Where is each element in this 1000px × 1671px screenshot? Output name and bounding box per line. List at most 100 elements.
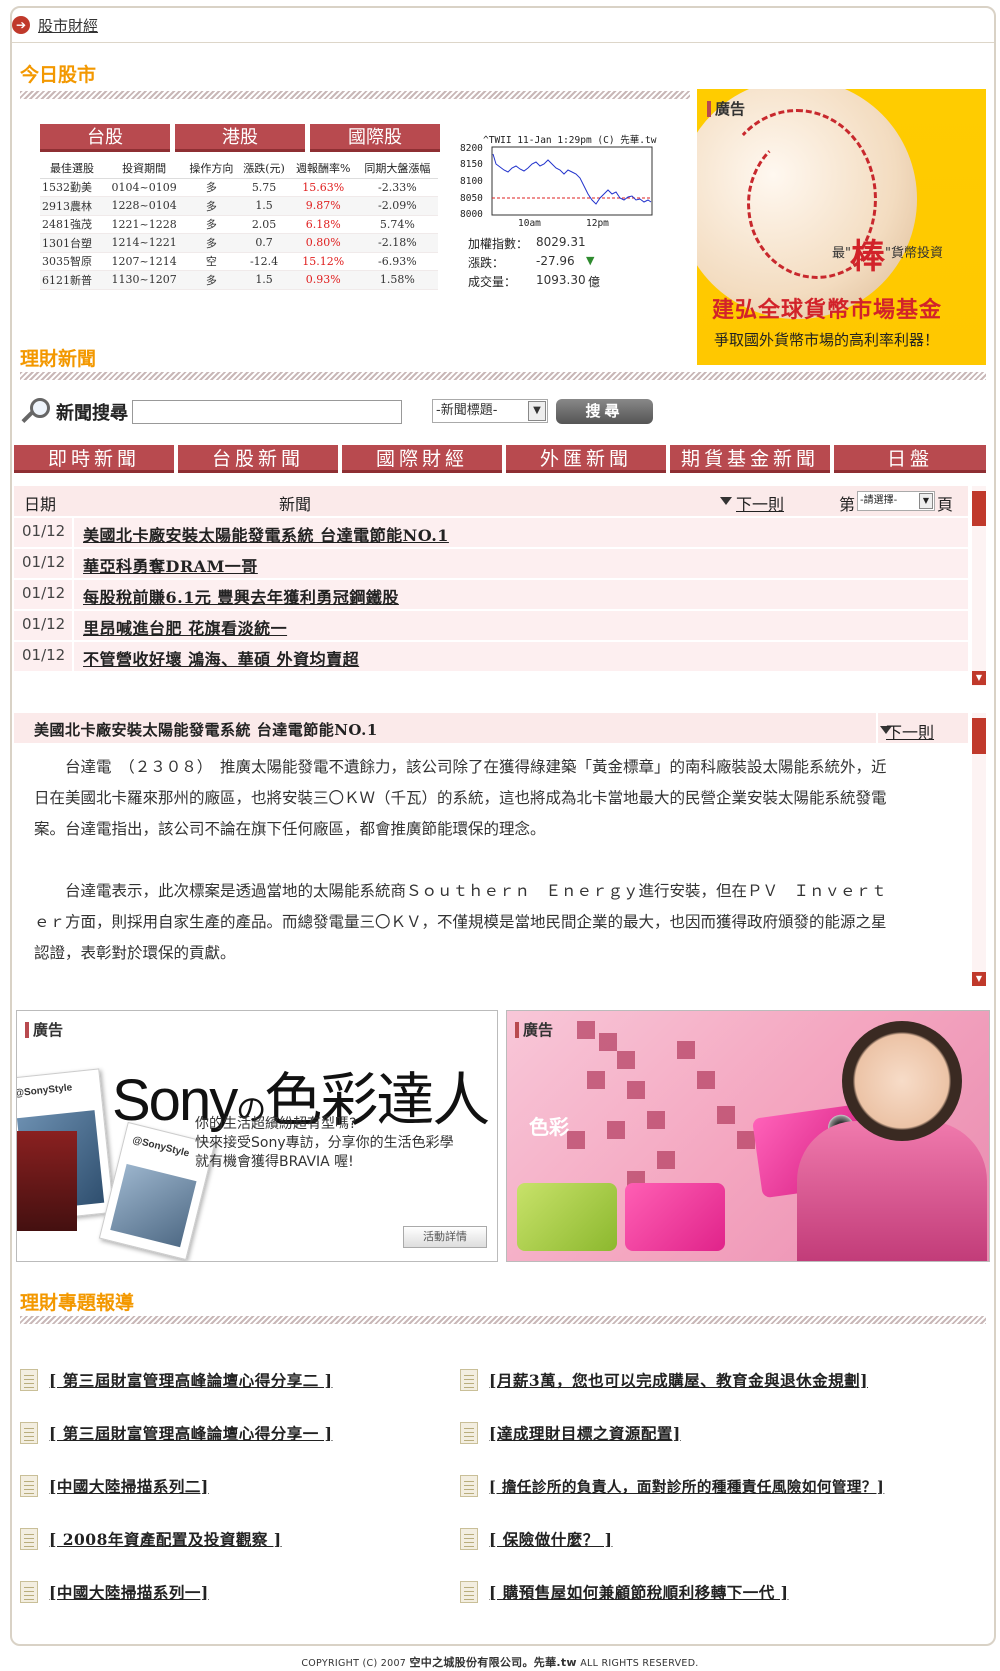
news-title-link[interactable]: 不管營收好壞 鴻海、華碩 外資均賣超	[83, 646, 359, 670]
topic-link[interactable]: [達成理財目標之資源配置]	[460, 1422, 681, 1444]
scroll-down-icon[interactable]: ▼	[972, 972, 986, 986]
change-value: -27.96	[536, 254, 575, 268]
table-row: 2481強茂 1221~1228 多 2.05 6.18% 5.74%	[40, 215, 438, 234]
market-change: -2.09%	[356, 196, 438, 216]
hatch-divider	[20, 372, 986, 380]
scrollbar-thumb[interactable]	[972, 718, 986, 754]
ad-sony-left[interactable]: 廣告 @SonyStyle @SonyStyle Sonyの色彩達人 你的生活超…	[16, 1010, 498, 1262]
direction: 多	[184, 233, 239, 253]
topic-link[interactable]: [ 擔任診所的負責人，面對診所的種種責任風險如何管理？]	[460, 1475, 884, 1497]
news-title-link[interactable]: 每股稅前賺6.1元 豐興去年獲利勇冠鋼鐵股	[83, 584, 399, 608]
topic-link[interactable]: [ 第三屆財富管理高峰論壇心得分享二 ]	[20, 1369, 332, 1391]
table-row: 1532勤美 0104~0109 多 5.75 15.63% -2.33%	[40, 178, 438, 197]
weekly-return: 15.63%	[289, 178, 357, 197]
model-face	[842, 1021, 962, 1141]
ad-fund-name: 建弘全球貨幣市場基金	[712, 298, 943, 323]
topic-link[interactable]: [ 2008年資產配置及投資觀察 ]	[20, 1528, 282, 1550]
scrollbar-thumb[interactable]	[972, 491, 986, 526]
search-label: 新聞搜尋	[56, 403, 128, 424]
ad-sony-right[interactable]: 廣告 色彩	[506, 1010, 990, 1262]
section-title-today-market: 今日股市	[20, 64, 97, 86]
news-date: 01/12	[22, 615, 66, 633]
list-item[interactable]: 01/12 華亞科勇奪DRAM一哥	[14, 549, 968, 578]
column-header: 最佳選股	[40, 158, 105, 179]
search-field-select[interactable]: -新聞標題- ▼	[432, 399, 548, 423]
index-label: 加權指數：	[468, 237, 529, 251]
article-paragraph: 台達電 （２３０８） 推廣太陽能發電不遺餘力，該公司除了在獲得綠建築「黃金標章」…	[34, 758, 887, 838]
page-select[interactable]: -請選擇- ▼	[857, 491, 935, 511]
topic-link[interactable]: [月薪3萬，您也可以完成購屋、教育金與退休金規劃]	[460, 1369, 868, 1391]
topic-link[interactable]: [ 第三屆財富管理高峰論壇心得分享一 ]	[20, 1422, 332, 1444]
weekly-return: 6.18%	[289, 215, 357, 234]
camera-pink	[625, 1183, 725, 1251]
ad-photo	[17, 1131, 77, 1231]
tab-intl-finance[interactable]: 國際財經	[342, 445, 502, 473]
change: 2.05	[238, 215, 290, 234]
document-icon	[20, 1369, 38, 1391]
stock-name: 3035智原	[40, 252, 105, 271]
magnifier-icon	[20, 398, 52, 426]
stock-name: 1532勤美	[40, 178, 105, 197]
column-header: 週報酬率%	[289, 158, 357, 179]
volume-row: 成交量： 1093.30 億	[468, 273, 600, 290]
period: 1221~1228	[104, 215, 185, 234]
direction: 多	[184, 178, 239, 197]
search-input[interactable]	[132, 400, 402, 424]
volume-unit: 億	[588, 275, 601, 289]
table-row: 6121新普 1130~1207 多 1.5 0.93% 1.58%	[40, 270, 438, 290]
x-tick-label: 12pm	[586, 218, 609, 229]
tab-hk-stock[interactable]: 港股	[175, 124, 305, 152]
tab-forex-news[interactable]: 外匯新聞	[506, 445, 666, 473]
market-change: -6.93%	[356, 252, 438, 271]
change: 5.75	[238, 178, 290, 197]
next-link[interactable]: 下一則	[736, 491, 784, 515]
market-change: -2.18%	[356, 233, 438, 253]
tab-futures-fund-news[interactable]: 期貨基金新聞	[670, 445, 830, 473]
document-icon	[460, 1369, 478, 1391]
change-row: 漲跌： -27.96 ▼	[468, 254, 594, 271]
chevron-down-icon: ▼	[919, 493, 933, 509]
down-triangle-icon: ▼	[586, 254, 595, 267]
next-article-link[interactable]: 下一則	[886, 719, 934, 743]
tab-intl-stock[interactable]: 國際股	[310, 124, 440, 152]
article-header: 美國北卡廠安裝太陽能發電系統 台達電節能NO.1 下一則	[14, 713, 968, 743]
list-item[interactable]: 01/12 美國北卡廠安裝太陽能發電系統 台達電節能NO.1	[14, 518, 968, 547]
scroll-down-icon[interactable]: ▼	[972, 671, 986, 685]
details-button[interactable]: 活動詳情	[403, 1226, 487, 1248]
list-item[interactable]: 01/12 不管營收好壞 鴻海、華碩 外資均賣超	[14, 642, 968, 671]
tab-tw-stock-news[interactable]: 台股新聞	[178, 445, 338, 473]
article-paragraph: 台達電表示，此次標案是透過當地的太陽能系統商Ｓｏｕｔｈｅｒｎ Ｅｎｅｒｇｙ進行安…	[34, 882, 887, 962]
news-title-link[interactable]: 里昂喊進台肥 花旗看淡統一	[83, 615, 287, 639]
topic-link[interactable]: [ 保險做什麼？ ]	[460, 1528, 612, 1550]
list-item[interactable]: 01/12 每股稅前賺6.1元 豐興去年獲利勇冠鋼鐵股	[14, 580, 968, 609]
tab-day-session[interactable]: 日盤	[834, 445, 986, 473]
document-icon	[460, 1475, 478, 1497]
triangle-down-icon	[720, 497, 732, 505]
page-label: 第	[839, 495, 856, 514]
news-title-link[interactable]: 美國北卡廠安裝太陽能發電系統 台達電節能NO.1	[83, 522, 449, 546]
y-tick-label: 8100	[460, 176, 483, 187]
list-item[interactable]: 01/12 里昂喊進台肥 花旗看淡統一	[14, 611, 968, 640]
topic-link[interactable]: [中國大陸掃描系列二]	[20, 1475, 209, 1497]
tab-tw-stock[interactable]: 台股	[40, 124, 170, 152]
column-header: 漲跌(元)	[238, 158, 290, 179]
topic-link[interactable]: [ 購預售屋如何兼顧節稅順利移轉下一代 ]	[460, 1581, 788, 1603]
breadcrumb-link[interactable]: 股市財經	[38, 15, 98, 36]
period: 1130~1207	[104, 270, 185, 290]
document-icon	[460, 1581, 478, 1603]
topic-link[interactable]: [中國大陸掃描系列一]	[20, 1581, 209, 1603]
arrow-right-icon: ➔	[12, 16, 30, 34]
news-list-header: 日期 新聞 下一則 第 -請選擇- ▼ 頁	[14, 486, 968, 516]
model-outfit	[797, 1121, 987, 1261]
tab-realtime-news[interactable]: 即時新聞	[14, 445, 174, 473]
chevron-down-icon: ▼	[528, 401, 546, 421]
article-title: 美國北卡廠安裝太陽能發電系統 台達電節能NO.1	[34, 721, 378, 739]
index-value-row: 加權指數： 8029.31	[468, 235, 586, 252]
period: 1207~1214	[104, 252, 185, 271]
ad-banner-fund[interactable]: 廣告 最"棒"貨幣投資 建弘全球貨幣市場基金 爭取國外貨幣市場的高利率利器！	[697, 89, 986, 365]
market-change: 1.58%	[356, 270, 438, 290]
search-button[interactable]: 搜尋	[556, 399, 653, 424]
period: 1214~1221	[104, 233, 185, 253]
section-title-topics: 理財專題報導	[20, 1292, 135, 1314]
news-title-link[interactable]: 華亞科勇奪DRAM一哥	[83, 553, 258, 577]
